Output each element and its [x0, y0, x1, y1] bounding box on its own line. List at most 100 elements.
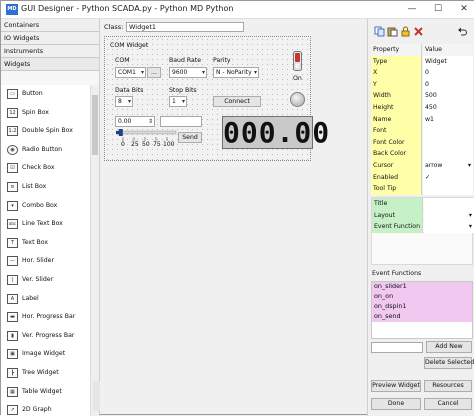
close-icon[interactable]: ✕	[451, 1, 474, 19]
double-spin-box[interactable]: 0.00 ⇕	[115, 116, 155, 127]
property-row-type[interactable]: Type Widget	[371, 55, 473, 68]
line-text-input[interactable]	[160, 116, 202, 127]
widget-label: Hor. Slider	[22, 257, 54, 265]
property-row-layout[interactable]: Layout ▾	[372, 209, 474, 222]
property-row-enabled[interactable]: Enabled ✓	[371, 171, 473, 184]
property-row-event-function[interactable]: Event Function ▾	[372, 221, 474, 233]
cancel-button[interactable]: Cancel	[424, 398, 472, 410]
new-event-input[interactable]	[371, 342, 423, 353]
lock-icon[interactable]	[400, 26, 411, 37]
widget-item-combo-box[interactable]: ▾ Combo Box	[1, 197, 91, 216]
property-value[interactable]: arrow ▾	[423, 159, 473, 172]
resources-button[interactable]: Resources	[424, 380, 472, 392]
copy-icon[interactable]	[374, 26, 385, 37]
widget-item-list-box[interactable]: ≡ List Box	[1, 178, 91, 197]
property-row-width[interactable]: Width 500	[371, 90, 473, 102]
chevron-down-icon: ▾	[253, 69, 257, 76]
done-button[interactable]: Done	[371, 398, 421, 410]
property-value[interactable]	[423, 136, 473, 149]
property-value[interactable]: Widget	[423, 55, 473, 68]
maximize-icon[interactable]: ☐	[425, 1, 451, 19]
add-new-button[interactable]: Add New	[426, 341, 472, 353]
widget-item-text-box[interactable]: T Text Box	[1, 234, 91, 253]
property-row-font[interactable]: Font	[371, 125, 473, 137]
property-value[interactable]: 500	[423, 90, 473, 102]
widget-item-hor-slider[interactable]: — Hor. Slider	[1, 252, 91, 271]
canvas-scrollbar[interactable]	[93, 381, 100, 411]
widget-item-button[interactable]: ▭ Button	[1, 85, 91, 104]
combobox-icon: ▾	[7, 200, 18, 211]
property-name: Enabled	[371, 171, 422, 184]
widget-item-ver-progress-bar[interactable]: ▮ Ver. Progress Bar	[1, 327, 91, 346]
property-row-x[interactable]: X0	[371, 67, 473, 79]
paste-icon[interactable]	[387, 26, 398, 37]
property-value[interactable]	[423, 148, 473, 160]
baud-rate-combo[interactable]: 9600 ▾	[169, 67, 207, 78]
property-value[interactable]: ▾	[424, 209, 474, 222]
property-row-title[interactable]: Title	[372, 198, 474, 210]
category-containers[interactable]: Containers	[1, 19, 99, 32]
category-widgets[interactable]: Widgets	[1, 58, 99, 71]
widget-item-radio-button[interactable]: ◉ Radio Button	[1, 141, 91, 160]
property-row-y[interactable]: Y0	[371, 78, 473, 91]
data-bits-value: 8	[118, 98, 122, 105]
property-value[interactable]	[424, 198, 474, 210]
property-row-height[interactable]: Height 450	[371, 101, 473, 114]
widget-item-label[interactable]: A Label	[1, 290, 91, 309]
event-item-on-send[interactable]: on_send	[372, 312, 472, 322]
widget-item-line-text-box[interactable]: abc Line Text Box	[1, 215, 91, 234]
enabled-checkbox[interactable]: ✓	[423, 171, 473, 184]
event-item-on-dspin1[interactable]: on_dspin1	[372, 302, 472, 312]
com-browse-button[interactable]: ...	[147, 67, 161, 78]
scrollbar-thumb[interactable]	[92, 95, 98, 155]
widget-item-hor-progress-bar[interactable]: ▬ Hor. Progress Bar	[1, 308, 91, 327]
event-functions-list: on_slider1 on_on on_dspin1 on_send	[371, 281, 473, 339]
property-row-back-color[interactable]: Back Color	[371, 148, 473, 160]
widget-item-check-box[interactable]: ☑ Check Box	[1, 159, 91, 178]
widget-item-2d-graph[interactable]: ↗ 2D Graph	[1, 401, 91, 416]
undo-icon[interactable]	[457, 26, 468, 37]
delete-selected-button[interactable]: Delete Selected	[424, 357, 474, 369]
property-row-cursor[interactable]: Cursor arrow ▾	[371, 159, 473, 172]
property-row-name[interactable]: Name w1	[371, 113, 473, 126]
property-value[interactable]: 450	[423, 101, 473, 114]
toggle-switch[interactable]	[293, 51, 302, 71]
toolbox-scrollbar[interactable]	[90, 85, 99, 416]
property-value[interactable]: 0	[423, 78, 473, 91]
property-value[interactable]: 0	[423, 67, 473, 79]
slider-tick-75: 75	[153, 141, 161, 148]
widget-label: Double Spin Box	[22, 127, 73, 135]
widget-item-table-widget[interactable]: ▦ Table Widget	[1, 383, 91, 402]
widget-item-ver-slider[interactable]: | Ver. Slider	[1, 271, 91, 290]
property-value[interactable]	[423, 125, 473, 137]
widget-label: Tree Widget	[22, 368, 59, 376]
widget-item-double-spin-box[interactable]: 1.2 Double Spin Box	[1, 122, 91, 141]
event-item-on-slider1[interactable]: on_slider1	[372, 282, 472, 292]
double-spinbox-icon: 1.2	[7, 126, 18, 137]
com-combo[interactable]: COM1 ▾	[115, 67, 146, 78]
widget-label: List Box	[22, 182, 47, 190]
property-row-font-color[interactable]: Font Color	[371, 136, 473, 149]
connect-button[interactable]: Connect	[213, 96, 261, 107]
widget-item-spin-box[interactable]: 12 Spin Box	[1, 104, 91, 123]
form-widget[interactable]: COM Widget COM COM1 ▾ ... Baud Rate 9600 ▾…	[104, 36, 329, 161]
stop-bits-combo[interactable]: 1 ▾	[169, 96, 187, 107]
category-io-widgets[interactable]: IO Widgets	[1, 32, 99, 45]
widget-item-image-widget[interactable]: ▣ Image Widget	[1, 345, 91, 364]
send-button[interactable]: Send	[178, 132, 202, 143]
widget-item-tree-widget[interactable]: ┣ Tree Widget	[1, 364, 91, 383]
preview-widget-button[interactable]: Preview Widget	[371, 380, 421, 392]
class-input[interactable]: Widget1	[126, 22, 244, 32]
widget-label: Hor. Progress Bar	[22, 313, 76, 321]
delete-icon[interactable]	[413, 26, 424, 37]
property-value[interactable]	[423, 183, 473, 195]
property-row-tool-tip[interactable]: Tool Tip	[371, 183, 473, 195]
minimize-icon[interactable]: —	[399, 1, 425, 19]
category-instruments[interactable]: Instruments	[1, 45, 99, 58]
design-canvas[interactable]: COM Widget COM COM1 ▾ ... Baud Rate 9600 ▾…	[101, 36, 363, 381]
property-value[interactable]: w1	[423, 113, 473, 126]
data-bits-combo[interactable]: 8 ▾	[115, 96, 133, 107]
event-item-on-on[interactable]: on_on	[372, 292, 472, 302]
parity-combo[interactable]: N - NoParity ▾	[213, 67, 259, 78]
property-value[interactable]: ▾	[424, 221, 474, 233]
